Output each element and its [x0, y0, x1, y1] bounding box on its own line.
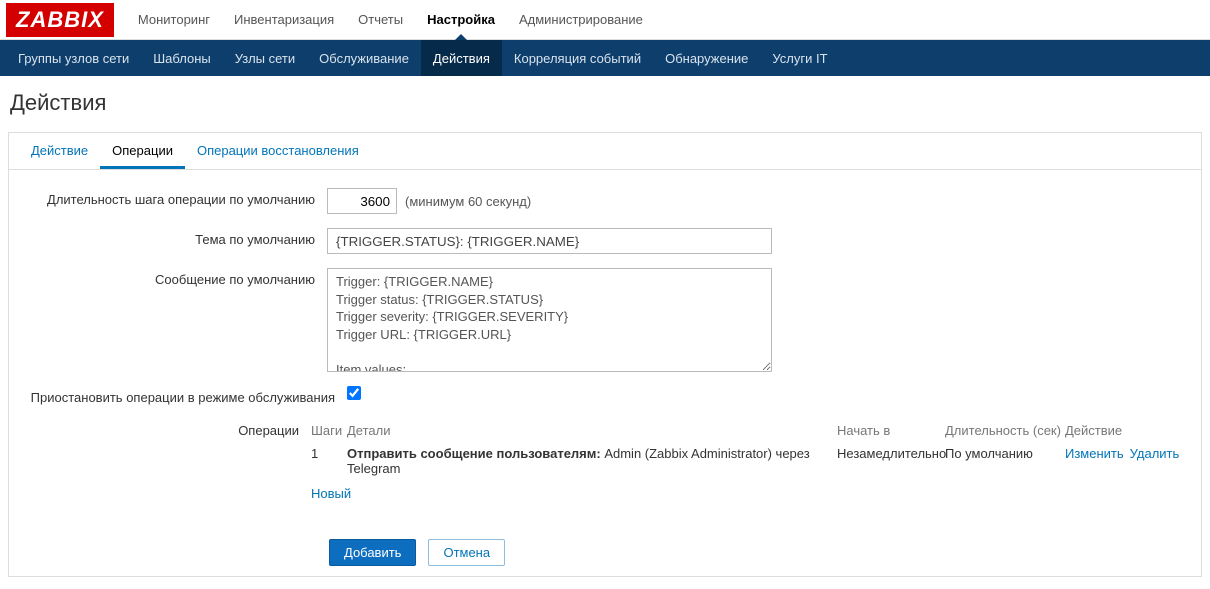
submenu-discovery[interactable]: Обнаружение	[653, 40, 760, 76]
ops-row-step: 1	[311, 446, 347, 461]
submenu-hosts[interactable]: Узлы сети	[223, 40, 307, 76]
pause-checkbox[interactable]	[347, 386, 361, 400]
message-label: Сообщение по умолчанию	[19, 268, 327, 287]
tab-recovery[interactable]: Операции восстановления	[185, 133, 371, 169]
submenu-hostgroups[interactable]: Группы узлов сети	[6, 40, 141, 76]
main-menu: Мониторинг Инвентаризация Отчеты Настрой…	[126, 0, 655, 39]
submenu-itservices[interactable]: Услуги IT	[760, 40, 839, 76]
tab-operations[interactable]: Операции	[100, 133, 185, 169]
ops-row-detail: Отправить сообщение пользователям: Admin…	[347, 446, 837, 476]
submenu-templates[interactable]: Шаблоны	[141, 40, 223, 76]
ops-head-start: Начать в	[837, 423, 945, 438]
ops-head-action: Действие	[1065, 423, 1185, 438]
ops-edit-link[interactable]: Изменить	[1065, 446, 1124, 461]
step-duration-hint: (минимум 60 секунд)	[405, 194, 531, 209]
subject-input[interactable]	[327, 228, 772, 254]
submenu-maintenance[interactable]: Обслуживание	[307, 40, 421, 76]
menu-admin[interactable]: Администрирование	[507, 0, 655, 39]
ops-row-start: Незамедлительно	[837, 446, 945, 461]
ops-row-detail-bold: Отправить сообщение пользователям:	[347, 446, 601, 461]
content-card: Действие Операции Операции восстановлени…	[8, 132, 1202, 577]
menu-reports[interactable]: Отчеты	[346, 0, 415, 39]
ops-delete-link[interactable]: Удалить	[1130, 446, 1180, 461]
submenu-actions[interactable]: Действия	[421, 40, 502, 76]
tabs: Действие Операции Операции восстановлени…	[9, 133, 1201, 170]
tab-action[interactable]: Действие	[19, 133, 100, 169]
ops-new-link[interactable]: Новый	[311, 486, 351, 501]
pause-label: Приостановить операции в режиме обслужив…	[19, 386, 347, 405]
subject-label: Тема по умолчанию	[19, 228, 327, 247]
logo[interactable]: ZABBIX	[6, 3, 114, 37]
menu-monitoring[interactable]: Мониторинг	[126, 0, 222, 39]
ops-head-dur: Длительность (сек)	[945, 423, 1065, 438]
ops-head-steps: Шаги	[311, 423, 347, 438]
menu-inventory[interactable]: Инвентаризация	[222, 0, 346, 39]
step-duration-label: Длительность шага операции по умолчанию	[19, 188, 327, 207]
operations-label: Операции	[19, 419, 311, 438]
sub-menu: Группы узлов сети Шаблоны Узлы сети Обсл…	[0, 40, 1210, 76]
menu-config[interactable]: Настройка	[415, 0, 507, 39]
ops-row: 1 Отправить сообщение пользователям: Adm…	[311, 442, 1191, 480]
message-textarea[interactable]	[327, 268, 772, 372]
submenu-correlation[interactable]: Корреляция событий	[502, 40, 653, 76]
add-button[interactable]: Добавить	[329, 539, 416, 566]
ops-row-dur: По умолчанию	[945, 446, 1065, 461]
step-duration-input[interactable]	[327, 188, 397, 214]
operations-form: Длительность шага операции по умолчанию …	[9, 170, 1201, 531]
ops-head-details: Детали	[347, 423, 837, 438]
cancel-button[interactable]: Отмена	[428, 539, 505, 566]
page-title: Действия	[0, 76, 1210, 132]
